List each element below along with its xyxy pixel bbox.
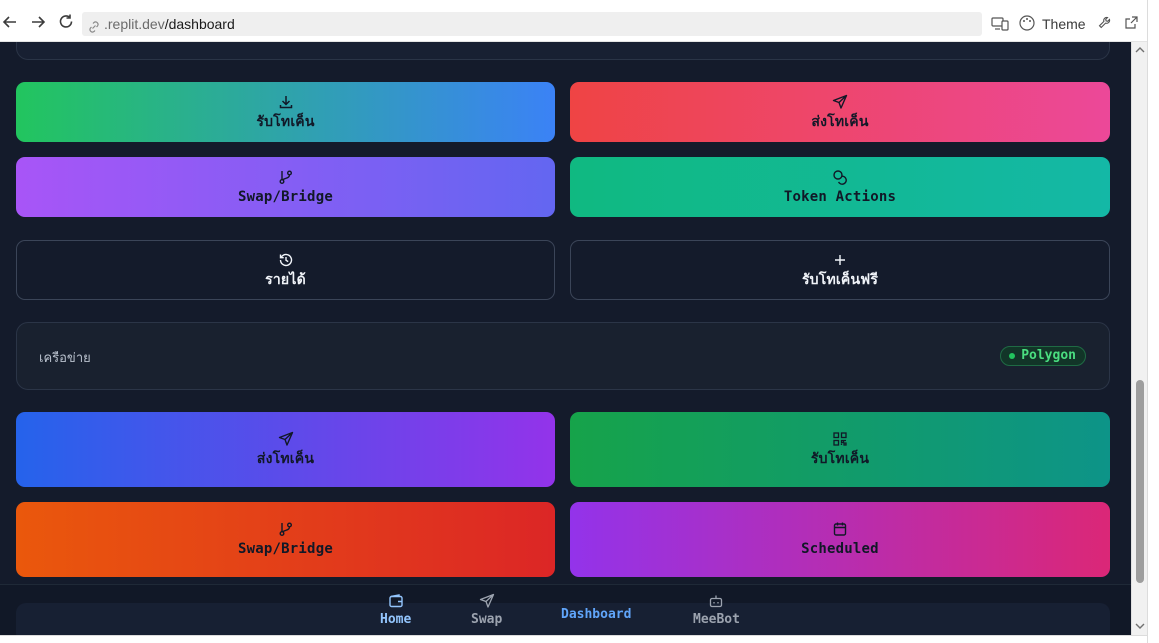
git-merge-icon	[279, 522, 292, 536]
free-token-label: รับโทเค็นฟรี	[801, 271, 879, 288]
plus-icon	[835, 254, 845, 265]
swap-bridge-label: Swap/Bridge	[238, 188, 333, 205]
swap-bridge-button-2[interactable]: Swap/Bridge	[16, 502, 555, 577]
scroll-thumb[interactable]	[1136, 380, 1144, 583]
send-icon	[479, 593, 494, 608]
send-token-label-2: ส่งโทเค็น	[256, 451, 315, 467]
network-card: เครือข่าย Polygon	[16, 322, 1110, 390]
send-token-button[interactable]: ส่งโทเค็น	[570, 82, 1110, 142]
address-bar[interactable]: .replit.dev/dashboard	[82, 12, 982, 36]
history-icon	[279, 253, 292, 266]
earnings-button[interactable]: รายได้	[16, 240, 555, 300]
token-actions-button[interactable]: Token Actions	[570, 157, 1110, 217]
swap-bridge-button[interactable]: Swap/Bridge	[16, 157, 555, 217]
theme-button[interactable]: Theme	[1042, 12, 1086, 36]
previous-card	[16, 42, 1110, 60]
window-edge	[1147, 0, 1159, 643]
wallet-icon	[388, 594, 403, 608]
nav-dashboard-label: Dashboard	[561, 607, 632, 622]
devices-icon[interactable]	[991, 12, 1009, 36]
url-host: .replit.dev	[104, 16, 165, 32]
nav-meebot-label: MeeBot	[693, 612, 740, 627]
nav-swap[interactable]: Swap	[471, 593, 502, 627]
send-icon	[832, 94, 848, 109]
scheduled-label: Scheduled	[801, 541, 879, 557]
send-token-button-2[interactable]: ส่งโทเค็น	[16, 412, 555, 487]
dashboard-view: รับโทเค็น ส่งโทเค็น Swap/Bridge Token Ac…	[0, 42, 1131, 635]
download-icon	[279, 95, 292, 108]
page-scrollbar[interactable]	[1131, 42, 1147, 635]
nav-meebot[interactable]: MeeBot	[693, 593, 740, 627]
network-badge[interactable]: Polygon	[1000, 346, 1086, 366]
network-value: Polygon	[1021, 348, 1076, 363]
git-merge-icon	[279, 170, 292, 184]
send-icon	[278, 431, 293, 446]
token-actions-label: Token Actions	[783, 188, 897, 205]
bottom-nav: Home Swap Dashboard MeeBot	[0, 584, 1131, 635]
nav-dashboard[interactable]: Dashboard	[561, 607, 631, 622]
swap-bridge-label-2: Swap/Bridge	[238, 541, 333, 557]
receive-token-button[interactable]: รับโทเค็น	[16, 82, 555, 142]
send-token-label: ส่งโทเค็น	[811, 113, 869, 130]
forward-arrow-icon[interactable]	[28, 12, 50, 34]
wrench-icon[interactable]	[1097, 12, 1113, 36]
scheduled-button[interactable]: Scheduled	[570, 502, 1110, 577]
earnings-label: รายได้	[265, 271, 306, 288]
scroll-up-icon[interactable]	[1135, 46, 1145, 54]
window-bottom-edge	[0, 635, 1147, 643]
qr-code-icon	[833, 432, 847, 446]
status-dot	[1009, 353, 1016, 359]
free-token-button[interactable]: รับโทเค็นฟรี	[570, 240, 1110, 300]
browser-toolbar: .replit.dev/dashboard Theme	[0, 0, 1147, 42]
open-external-icon[interactable]	[1123, 12, 1139, 36]
reload-icon[interactable]	[56, 12, 78, 34]
receive-token-button-2[interactable]: รับโทเค็น	[570, 412, 1110, 487]
network-label: เครือข่าย	[39, 351, 91, 366]
back-arrow-icon[interactable]	[0, 12, 22, 34]
receive-token-label-2: รับโทเค็น	[810, 451, 870, 467]
palette-icon[interactable]	[1018, 12, 1036, 36]
nav-home[interactable]: Home	[380, 593, 411, 627]
bot-icon	[710, 595, 723, 608]
coins-icon	[833, 169, 847, 185]
nav-home-label: Home	[380, 612, 412, 627]
calendar-icon	[833, 522, 847, 536]
url-path: /dashboard	[164, 16, 235, 32]
scroll-down-icon[interactable]	[1135, 622, 1145, 630]
receive-token-label: รับโทเค็น	[256, 113, 315, 130]
link-icon	[87, 17, 101, 33]
nav-swap-label: Swap	[471, 612, 503, 627]
